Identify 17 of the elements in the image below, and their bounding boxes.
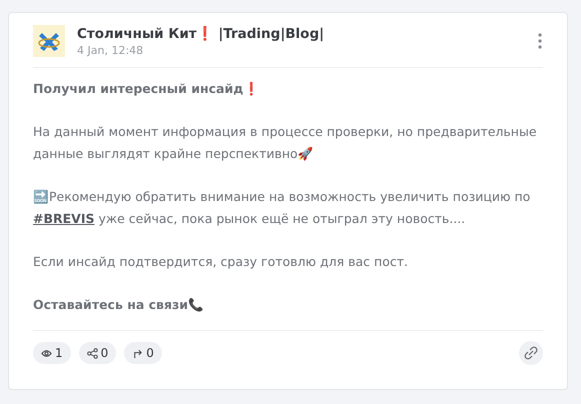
- post-time: 4 Jan, 12:48: [77, 44, 144, 57]
- share-icon: [86, 348, 98, 358]
- forward-arrow-icon: [132, 348, 144, 358]
- post-paragraph: Получил интересный инсайд❗: [33, 80, 260, 98]
- channel-name[interactable]: Столичный Кит❗ |Trading|Blog|: [77, 25, 525, 42]
- eye-icon: [41, 348, 52, 358]
- more-icon[interactable]: [537, 33, 543, 49]
- link-icon[interactable]: [519, 341, 543, 365]
- avatar-icon: [33, 25, 65, 57]
- post-paragraph: Оставайтесь на связи📞: [33, 296, 205, 314]
- shares-counter[interactable]: 0: [78, 342, 116, 364]
- forwards-counter[interactable]: 0: [124, 342, 162, 364]
- hashtag-link[interactable]: #BREVIS: [33, 211, 94, 226]
- post-paragraph: 🔜Рекомендую обратить внимание на возможность увеличить позицию по #BREVIS уже сейчас, пока рынок ещё не отыграл эту новость....: [33, 188, 532, 228]
- post-paragraph: Если инсайд подтвердится, сразу готовлю для вас пост.: [33, 253, 409, 271]
- views-counter[interactable]: 1: [33, 342, 71, 364]
- post-paragraph: На данный момент информация в процессе проверки, но предварительные данные выглядят крайне перспективно🚀: [33, 123, 538, 163]
